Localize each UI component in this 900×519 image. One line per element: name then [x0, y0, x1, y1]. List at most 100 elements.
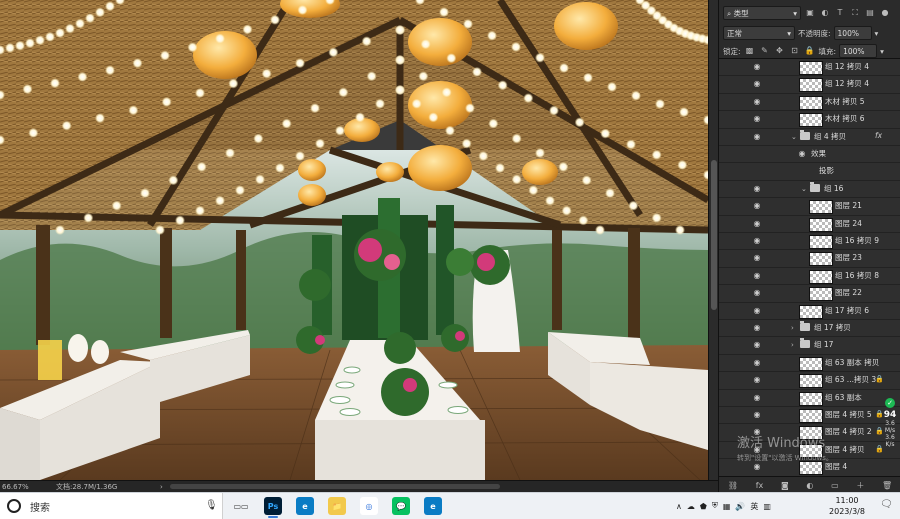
layer-row[interactable]: ◉›组 17 拷贝 — [719, 320, 900, 337]
fx-badge[interactable]: fx — [875, 131, 882, 140]
expand-caret-icon[interactable]: ⌄ — [791, 131, 797, 143]
filter-toggle-icon[interactable]: ● — [879, 7, 891, 19]
layer-row[interactable]: 投影 — [719, 163, 900, 180]
chevron-up-icon[interactable]: ∧ — [676, 502, 682, 511]
layer-row[interactable]: ◉组 12 拷贝 4 — [719, 76, 900, 93]
visibility-eye-icon[interactable]: ◉ — [752, 410, 762, 420]
layer-row[interactable]: ◉木材 拷贝 5 — [719, 94, 900, 111]
taskbar-clock[interactable]: 11:00 2023/3/8 — [818, 495, 876, 517]
scrollbar-thumb[interactable] — [711, 160, 717, 310]
layer-row[interactable]: ◉组 12 拷贝 4 — [719, 59, 900, 76]
new-layer-icon[interactable]: ＋ — [856, 480, 864, 491]
expand-caret-icon[interactable]: › — [791, 339, 794, 351]
cloud-icon[interactable]: ☁ — [687, 502, 695, 511]
visibility-eye-icon[interactable]: ◉ — [752, 375, 762, 385]
visibility-eye-icon[interactable]: ◉ — [752, 271, 762, 281]
filter-adjustment-icon[interactable]: ◐ — [819, 7, 831, 19]
keyboard-icon[interactable]: ▥ — [763, 502, 771, 511]
filter-shape-icon[interactable]: ⛶ — [849, 7, 861, 19]
filter-type-icon[interactable]: T — [834, 7, 846, 19]
string-light-bulb — [275, 163, 285, 173]
layer-row[interactable]: ◉组 16 拷贝 9 — [719, 233, 900, 250]
notification-icon[interactable]: 🗨 — [880, 499, 893, 510]
string-light-bulb — [578, 215, 588, 225]
taskbar-app-nas-app[interactable]: ◎ — [360, 497, 378, 515]
visibility-eye-icon[interactable]: ◉ — [752, 236, 762, 246]
visibility-eye-icon[interactable]: ◉ — [752, 62, 762, 72]
blend-mode-select[interactable]: 正常 ▾ — [723, 26, 795, 40]
layer-row[interactable]: ◉组 63 ...拷贝 3🔒 — [719, 372, 900, 389]
security-icon[interactable]: ⬟ — [700, 502, 707, 511]
expand-caret-icon[interactable]: ⌄ — [801, 183, 807, 195]
taskbar-app-edge-2[interactable]: e — [424, 497, 442, 515]
chevron-down-icon[interactable]: ▾ — [880, 47, 884, 56]
layer-row[interactable]: ◉图层 22 — [719, 285, 900, 302]
visibility-eye-icon[interactable]: ◉ — [752, 201, 762, 211]
layer-style-icon[interactable]: fx — [756, 481, 764, 490]
layer-row[interactable]: ◉⌄组 16 — [719, 181, 900, 198]
effect-eye-icon[interactable] — [805, 166, 815, 176]
layer-row[interactable]: ◉组 63 副本 拷贝 — [719, 355, 900, 372]
document-canvas[interactable] — [0, 0, 708, 480]
microphone-icon[interactable]: 🎙 — [205, 500, 218, 511]
layer-row[interactable]: ◉图层 23 — [719, 250, 900, 267]
visibility-eye-icon[interactable]: ◉ — [752, 114, 762, 124]
layer-row[interactable]: ◉图层 4 拷贝 5🔒 — [719, 407, 900, 424]
layer-row[interactable]: ◉组 63 副本 — [719, 390, 900, 407]
chevron-down-icon: ▾ — [793, 9, 797, 18]
ime-indicator[interactable]: 英 — [750, 501, 758, 512]
visibility-eye-icon[interactable]: ◉ — [752, 306, 762, 316]
adjustment-layer-icon[interactable]: ◐ — [806, 481, 813, 490]
network-icon[interactable]: ▦ — [723, 502, 731, 511]
add-mask-icon[interactable]: ◙ — [781, 481, 789, 490]
lock-all-icon[interactable]: 🔒 — [804, 45, 816, 57]
filter-smartobject-icon[interactable]: ▤ — [864, 7, 876, 19]
layer-row[interactable]: ◉组 17 拷贝 6 — [719, 303, 900, 320]
delete-layer-icon[interactable]: 🗑 — [882, 481, 892, 490]
visibility-eye-icon[interactable]: ◉ — [752, 288, 762, 298]
visibility-eye-icon[interactable]: ◉ — [752, 358, 762, 368]
lock-artboard-icon[interactable]: ⊡ — [789, 45, 801, 57]
visibility-eye-icon[interactable]: ◉ — [752, 132, 762, 142]
layer-row[interactable]: ◉⌄组 4 拷贝fx — [719, 129, 900, 146]
taskbar-app-wechat[interactable]: 💬 — [392, 497, 410, 515]
taskbar-search-box[interactable]: 搜索 🎙 — [0, 493, 223, 519]
visibility-eye-icon[interactable]: ◉ — [752, 97, 762, 107]
filter-kind-select[interactable]: ⌕ 类型 ▾ — [723, 6, 801, 20]
expand-caret-icon[interactable]: › — [791, 322, 794, 334]
new-group-icon[interactable]: ▭ — [831, 481, 839, 490]
taskbar-app-edge[interactable]: e — [296, 497, 314, 515]
link-layers-icon[interactable]: ⛓ — [728, 481, 738, 490]
network-speed-widget[interactable]: ✓ 94 3.6 M/s 3.6 K/s — [880, 398, 900, 478]
layer-row[interactable]: ◉›组 17 — [719, 337, 900, 354]
layer-row[interactable]: ◉效果 — [719, 146, 900, 163]
lock-move-icon[interactable]: ✥ — [774, 45, 786, 57]
cortana-icon[interactable] — [7, 499, 21, 513]
layer-row[interactable]: ◉图层 24 — [719, 216, 900, 233]
effect-eye-icon[interactable]: ◉ — [797, 149, 807, 159]
visibility-eye-icon[interactable]: ◉ — [752, 219, 762, 229]
shield-icon[interactable]: ⛨ — [712, 501, 718, 511]
volume-icon[interactable]: 🔊 — [735, 502, 745, 511]
visibility-eye-icon[interactable]: ◉ — [752, 184, 762, 194]
visibility-eye-icon[interactable]: ◉ — [752, 323, 762, 333]
layer-row[interactable]: ◉图层 21 — [719, 198, 900, 215]
chevron-down-icon[interactable]: ▾ — [875, 29, 879, 38]
filter-pixel-icon[interactable]: ▣ — [804, 7, 816, 19]
visibility-eye-icon[interactable]: ◉ — [752, 340, 762, 350]
taskbar-app-file-explorer[interactable]: 📁 — [328, 497, 346, 515]
canvas-horizontal-scrollbar[interactable] — [170, 484, 500, 489]
visibility-eye-icon[interactable]: ◉ — [752, 393, 762, 403]
visibility-eye-icon[interactable]: ◉ — [752, 253, 762, 263]
fill-input[interactable]: 100% — [839, 44, 877, 58]
lock-transparent-icon[interactable]: ▩ — [744, 45, 756, 57]
opacity-input[interactable]: 100% — [834, 26, 872, 40]
string-light-bulb — [605, 188, 615, 198]
taskbar-app-photoshop[interactable]: Ps — [264, 497, 282, 515]
layer-row[interactable]: ◉木材 拷贝 6 — [719, 111, 900, 128]
layers-list[interactable]: ◉组 12 拷贝 4◉组 12 拷贝 4◉木材 拷贝 5◉木材 拷贝 6◉⌄组 … — [719, 58, 900, 477]
taskbar-app-task-view[interactable]: ▭▭ — [232, 497, 250, 515]
lock-brush-icon[interactable]: ✎ — [759, 45, 771, 57]
visibility-eye-icon[interactable]: ◉ — [752, 79, 762, 89]
layer-row[interactable]: ◉组 16 拷贝 8 — [719, 268, 900, 285]
